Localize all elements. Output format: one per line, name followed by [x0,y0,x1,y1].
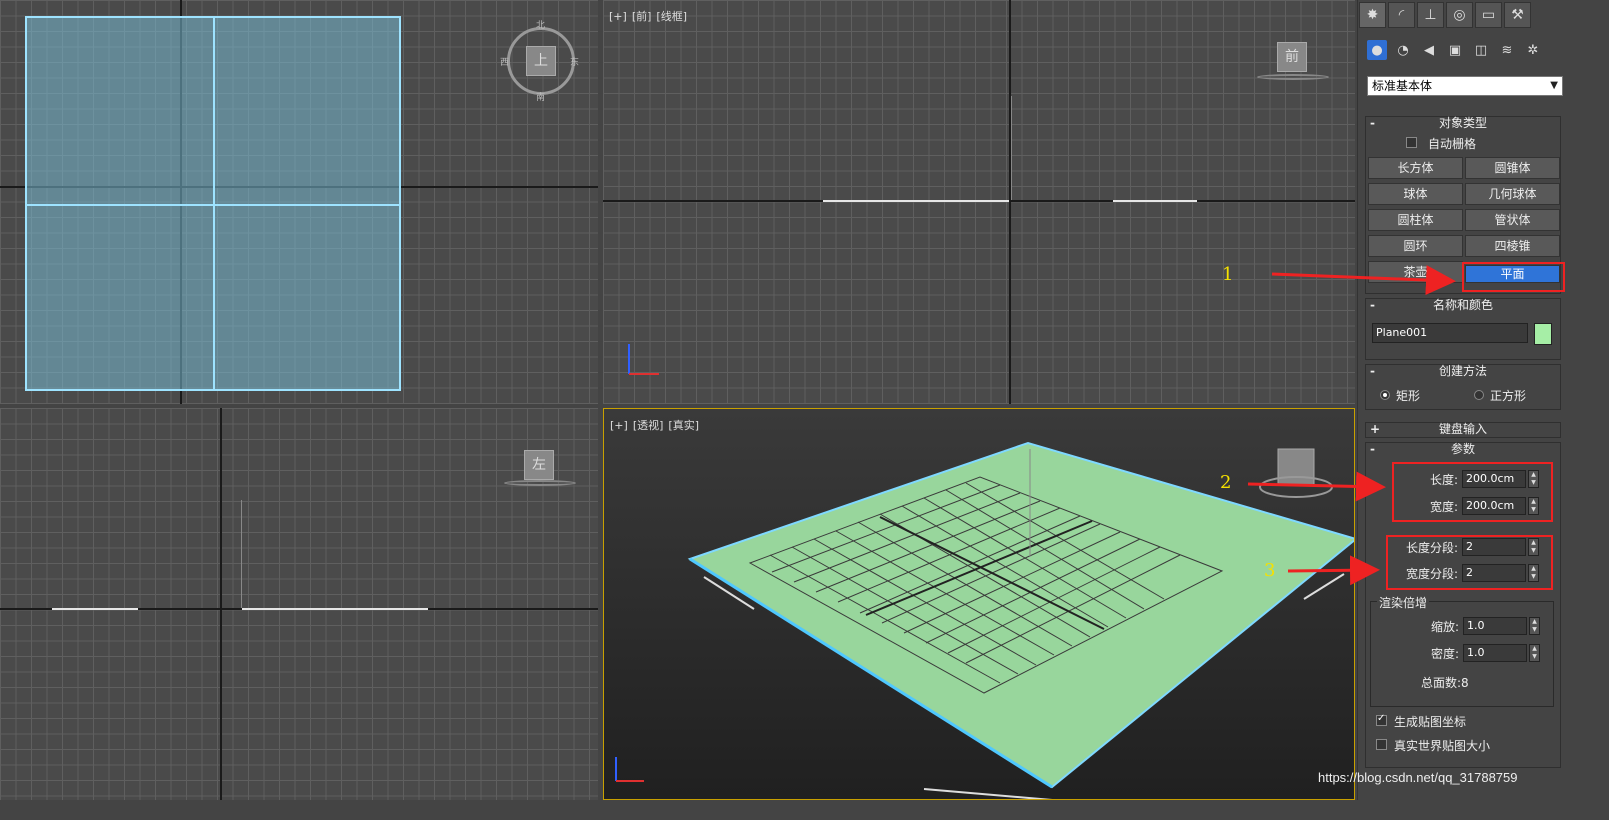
watermark-text: https://blog.csdn.net/qq_31788759 [1318,770,1518,785]
annotation-arrows [1247,265,1456,586]
arrow-1 [1271,265,1456,296]
arrow-3 [1287,555,1380,586]
arrow-2 [1247,471,1386,502]
